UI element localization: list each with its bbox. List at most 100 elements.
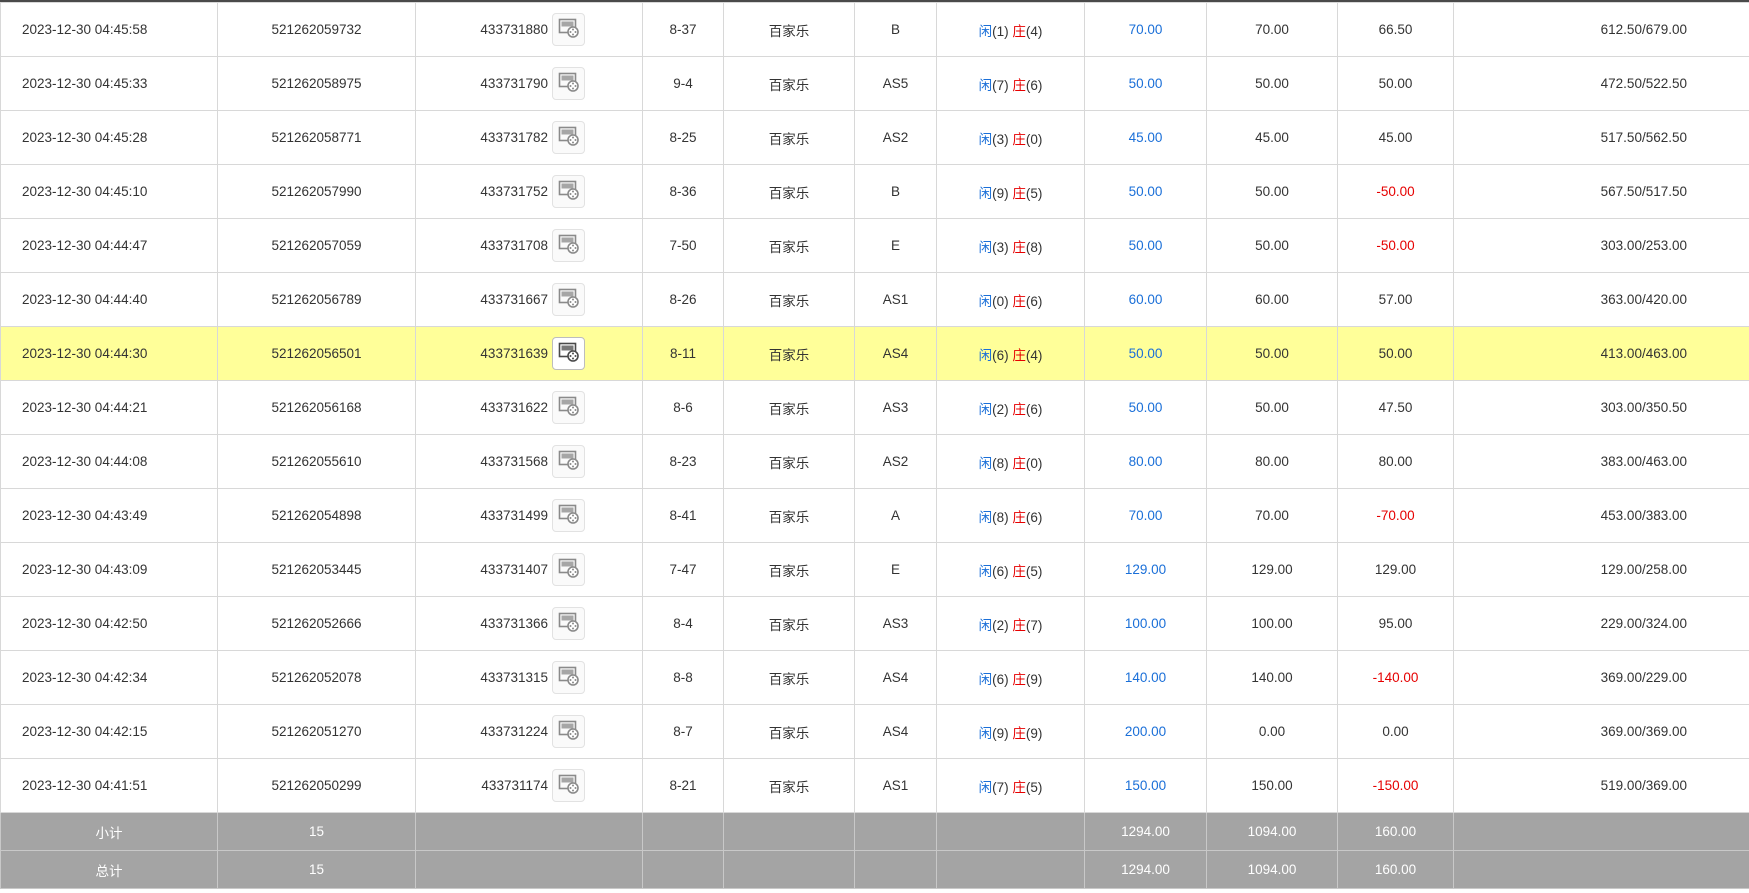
game-type: 百家乐 (723, 380, 855, 435)
table-code: B (854, 164, 937, 219)
shoe-number: 8-11 (642, 326, 724, 381)
video-replay-button[interactable] (552, 175, 585, 208)
table-row: 2023-12-30 04:43:09 521262053445 433731407… (0, 542, 1749, 597)
game-type: 百家乐 (723, 758, 855, 813)
banker-score: (0) (1025, 131, 1043, 147)
win-loss: 50.00 (1337, 56, 1454, 111)
total-empty-cell (642, 850, 724, 889)
banker-score: (4) (1025, 347, 1043, 363)
banker-label: 庄 (1012, 617, 1026, 633)
banker-score: (8) (1025, 239, 1043, 255)
shoe-number: 9-4 (642, 56, 724, 111)
balance-change: 519.00/369.00 (1453, 758, 1749, 813)
subtotal-valid-bet: 1094.00 (1206, 812, 1338, 851)
round-number: 433731667 (480, 292, 548, 307)
subtotal-empty-cell (723, 812, 855, 851)
win-loss: 47.50 (1337, 380, 1454, 435)
player-label: 闲 (978, 671, 993, 687)
win-loss: 50.00 (1337, 326, 1454, 381)
video-replay-icon (558, 666, 580, 689)
video-replay-button[interactable] (552, 229, 585, 262)
video-replay-button[interactable] (552, 391, 585, 424)
video-replay-icon (558, 72, 580, 95)
player-score: (2) (992, 617, 1009, 633)
subtotal-empty-cell (415, 812, 643, 851)
round-number: 433731224 (480, 724, 548, 739)
table-code: AS4 (854, 704, 937, 759)
valid-bet: 100.00 (1206, 596, 1338, 651)
game-type: 百家乐 (723, 704, 855, 759)
bet-time: 2023-12-30 04:44:40 (0, 272, 218, 327)
round-number: 433731639 (480, 346, 548, 361)
table-row: 2023-12-30 04:45:10 521262057990 433731752… (0, 164, 1749, 219)
round-cell: 433731708 (415, 218, 643, 273)
table-code: AS4 (854, 326, 937, 381)
banker-label: 庄 (1012, 239, 1026, 255)
video-replay-button[interactable] (552, 337, 585, 370)
bet-time: 2023-12-30 04:42:15 (0, 704, 218, 759)
win-loss: 95.00 (1337, 596, 1454, 651)
bet-amount: 150.00 (1084, 758, 1207, 813)
result-cell: 闲(6) 庄(9) (936, 650, 1085, 705)
video-replay-button[interactable] (552, 121, 585, 154)
banker-label: 庄 (1012, 563, 1026, 579)
banker-label: 庄 (1012, 185, 1026, 201)
bet-time: 2023-12-30 04:41:51 (0, 758, 218, 813)
bet-time: 2023-12-30 04:45:58 (0, 2, 218, 57)
video-replay-button[interactable] (552, 499, 585, 532)
valid-bet: 0.00 (1206, 704, 1338, 759)
table-code: B (854, 2, 937, 57)
player-score: (7) (992, 779, 1009, 795)
video-replay-button[interactable] (552, 553, 585, 586)
bet-number: 521262052666 (217, 596, 416, 651)
video-replay-button[interactable] (552, 67, 585, 100)
result-cell: 闲(2) 庄(6) (936, 380, 1085, 435)
shoe-number: 8-36 (642, 164, 724, 219)
video-replay-button[interactable] (552, 715, 585, 748)
player-label: 闲 (978, 401, 993, 417)
bet-number: 521262050299 (217, 758, 416, 813)
video-replay-icon (558, 558, 580, 581)
table-row: 2023-12-30 04:44:21 521262056168 433731622… (0, 380, 1749, 435)
bet-number: 521262055610 (217, 434, 416, 489)
round-number: 433731752 (480, 184, 548, 199)
shoe-number: 7-50 (642, 218, 724, 273)
subtotal-bet-amount: 1294.00 (1084, 812, 1207, 851)
banker-label: 庄 (1012, 23, 1026, 39)
shoe-number: 8-4 (642, 596, 724, 651)
table-code: AS5 (854, 56, 937, 111)
video-replay-button[interactable] (552, 607, 585, 640)
round-number: 433731708 (480, 238, 548, 253)
banker-score: (5) (1025, 185, 1043, 201)
bet-amount: 50.00 (1084, 218, 1207, 273)
video-replay-button[interactable] (552, 445, 585, 478)
balance-change: 567.50/517.50 (1453, 164, 1749, 219)
total-empty-cell (415, 850, 643, 889)
banker-label: 庄 (1012, 347, 1026, 363)
video-replay-button[interactable] (552, 283, 585, 316)
table-row: 2023-12-30 04:43:49 521262054898 433731499… (0, 488, 1749, 543)
round-cell: 433731224 (415, 704, 643, 759)
table-row: 2023-12-30 04:42:50 521262052666 433731366… (0, 596, 1749, 651)
balance-change: 612.50/679.00 (1453, 2, 1749, 57)
video-replay-button[interactable] (552, 13, 585, 46)
table-row: 2023-12-30 04:45:58 521262059732 433731880… (0, 2, 1749, 57)
banker-label: 庄 (1012, 293, 1026, 309)
table-code: E (854, 542, 937, 597)
video-replay-icon (558, 180, 580, 203)
bet-amount: 60.00 (1084, 272, 1207, 327)
banker-label: 庄 (1012, 671, 1026, 687)
video-replay-button[interactable] (552, 661, 585, 694)
bet-time: 2023-12-30 04:44:47 (0, 218, 218, 273)
table-row: 2023-12-30 04:42:15 521262051270 433731224… (0, 704, 1749, 759)
player-score: (3) (992, 131, 1009, 147)
valid-bet: 70.00 (1206, 2, 1338, 57)
video-replay-button[interactable] (552, 769, 585, 802)
win-loss: -70.00 (1337, 488, 1454, 543)
bet-amount: 50.00 (1084, 56, 1207, 111)
table-code: AS1 (854, 272, 937, 327)
win-loss: 57.00 (1337, 272, 1454, 327)
player-score: (7) (992, 77, 1009, 93)
subtotal-label: 小计 (0, 812, 218, 851)
bet-number: 521262056789 (217, 272, 416, 327)
